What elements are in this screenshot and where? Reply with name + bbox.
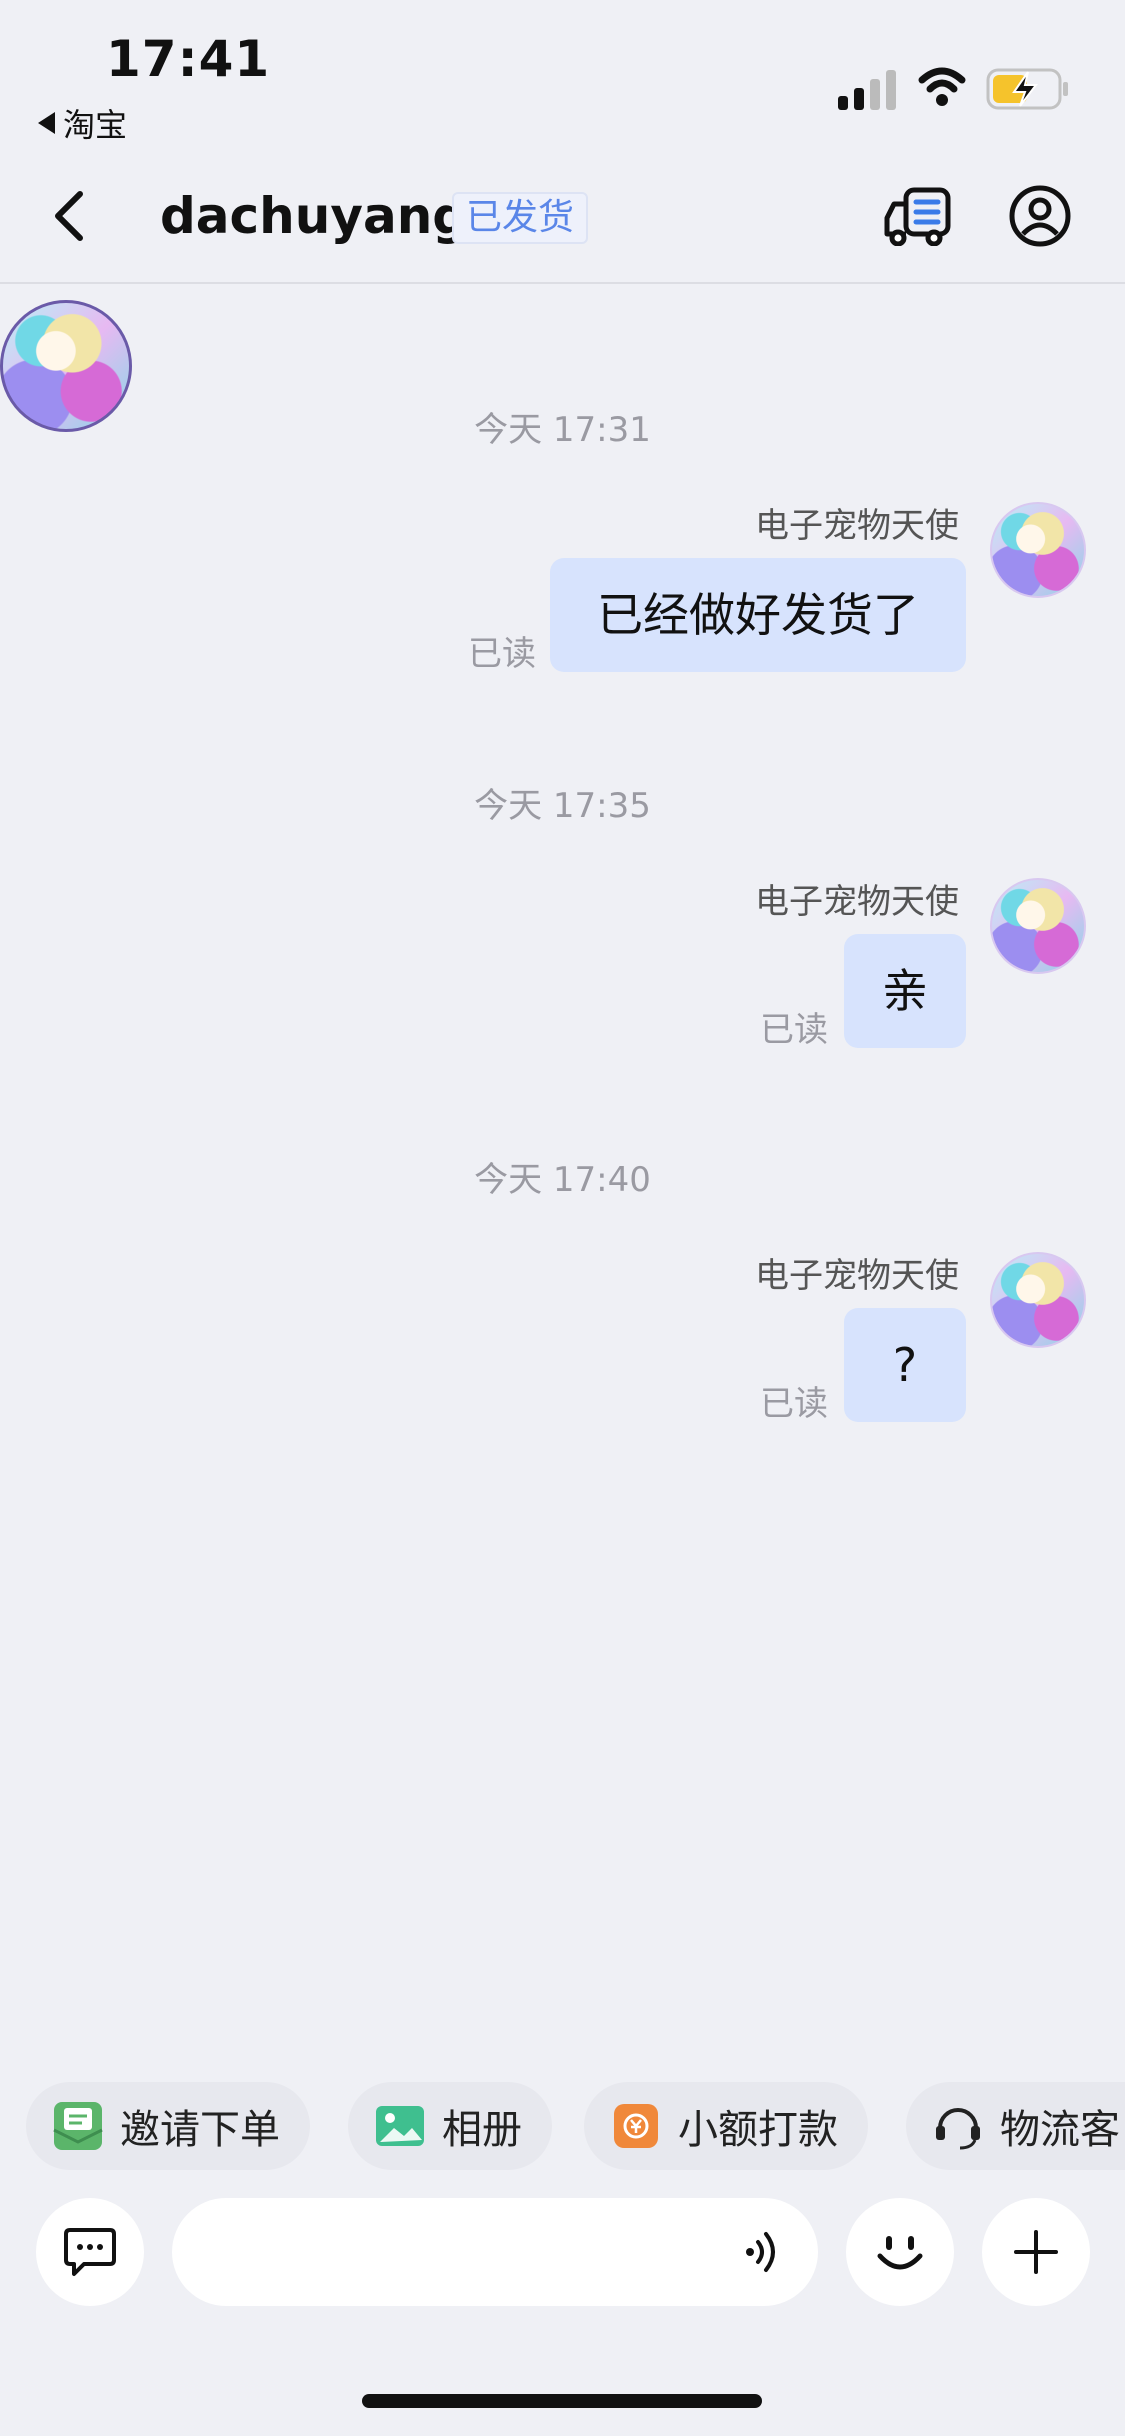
message-sender: 电子宠物天使 bbox=[755, 1256, 959, 1296]
quick-tool-label: 小额打款 bbox=[678, 2107, 838, 2153]
emoji-button[interactable] bbox=[846, 2198, 954, 2306]
sender-avatar[interactable] bbox=[990, 502, 1086, 598]
chat-title: dachuyang bbox=[160, 187, 469, 245]
chat-bubble-icon bbox=[64, 2228, 116, 2276]
message-timestamp: 今天 17:31 bbox=[474, 410, 651, 450]
message-bubble[interactable]: 已经做好发货了 bbox=[550, 558, 966, 672]
read-status: 已读 bbox=[760, 1010, 828, 1050]
message-timestamp: 今天 17:35 bbox=[474, 786, 651, 826]
read-status: 已读 bbox=[468, 634, 536, 674]
battery-charging-icon bbox=[986, 68, 1068, 110]
quick-reply-button[interactable] bbox=[36, 2198, 144, 2306]
plus-icon bbox=[1014, 2230, 1058, 2274]
small-payment-icon bbox=[614, 2104, 658, 2148]
quick-tool-label: 相册 bbox=[442, 2107, 522, 2153]
message-timestamp: 今天 17:40 bbox=[474, 1160, 651, 1200]
message-input[interactable] bbox=[172, 2198, 818, 2306]
message-bubble[interactable]: ? bbox=[844, 1308, 966, 1422]
back-to-app-link[interactable]: 淘宝 bbox=[38, 100, 127, 146]
voice-input-icon[interactable] bbox=[740, 2226, 790, 2278]
logistics-service-icon bbox=[936, 2108, 980, 2150]
quick-tool-invite-order[interactable]: 邀请下单 bbox=[26, 2082, 310, 2170]
cellular-signal-icon bbox=[838, 70, 896, 110]
quick-tool-label: 物流客 bbox=[1000, 2107, 1120, 2153]
wifi-icon bbox=[918, 67, 966, 106]
status-time: 17:41 bbox=[106, 30, 271, 88]
sender-avatar[interactable] bbox=[990, 878, 1086, 974]
back-triangle-icon bbox=[38, 112, 55, 134]
quick-tool-logistics-service[interactable]: 物流客 bbox=[906, 2082, 1125, 2170]
order-status-badge[interactable]: 已发货 bbox=[452, 192, 589, 244]
more-button[interactable] bbox=[982, 2198, 1090, 2306]
album-icon bbox=[376, 2106, 424, 2146]
home-indicator[interactable] bbox=[362, 2394, 762, 2408]
quick-tool-label: 邀请下单 bbox=[120, 2107, 280, 2153]
profile-icon[interactable] bbox=[1008, 184, 1072, 248]
message-bubble[interactable]: 亲 bbox=[844, 934, 966, 1048]
message-sender: 电子宠物天使 bbox=[755, 506, 959, 546]
message-sender: 电子宠物天使 bbox=[755, 882, 959, 922]
delivery-truck-icon[interactable] bbox=[884, 186, 954, 246]
quick-tool-small-payment[interactable]: 小额打款 bbox=[584, 2082, 868, 2170]
invite-order-icon bbox=[53, 2102, 103, 2150]
read-status: 已读 bbox=[760, 1384, 828, 1424]
sender-avatar[interactable] bbox=[990, 1252, 1086, 1348]
quick-tool-album[interactable]: 相册 bbox=[348, 2082, 552, 2170]
back-app-label: 淘宝 bbox=[63, 106, 128, 144]
header-divider bbox=[0, 282, 1125, 284]
back-arrow-icon[interactable] bbox=[46, 186, 96, 246]
smiley-icon bbox=[877, 2236, 923, 2270]
